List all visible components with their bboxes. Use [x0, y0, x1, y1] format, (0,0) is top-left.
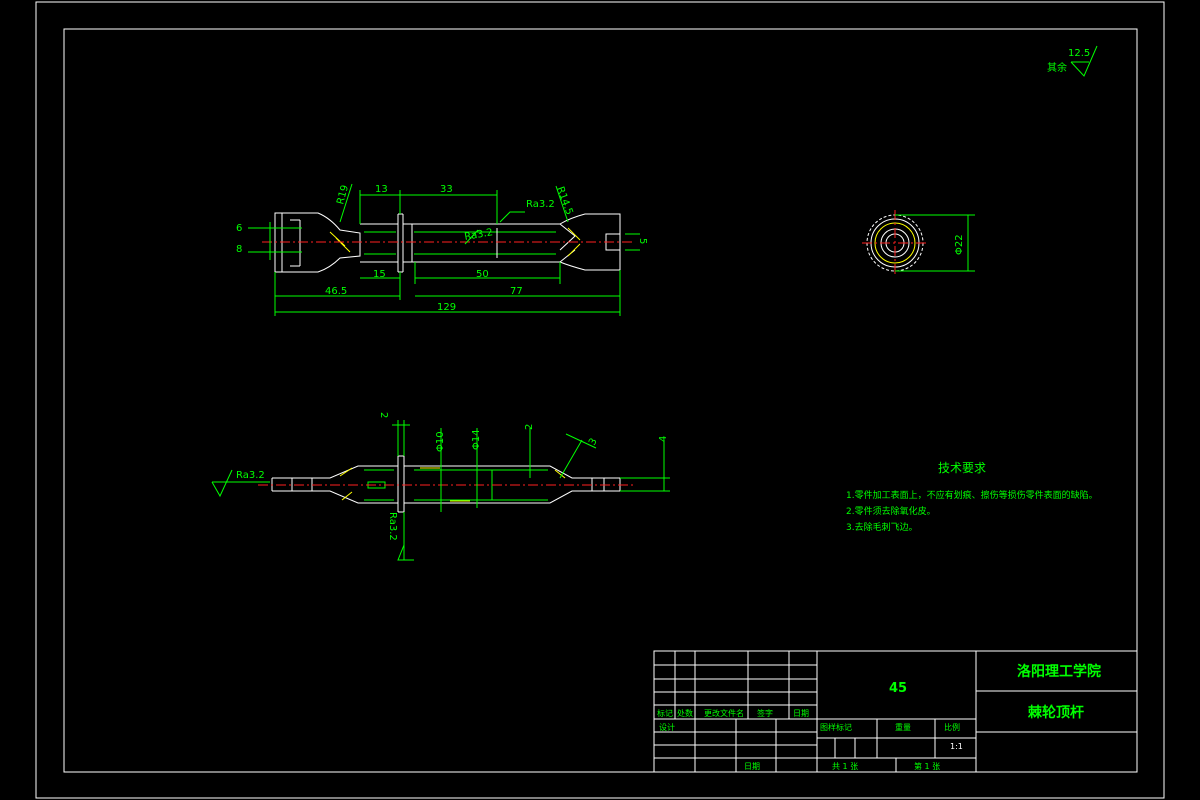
dim-77: 77 — [510, 286, 523, 297]
dim-15: 15 — [373, 269, 386, 280]
hdr-date: 日期 — [793, 709, 809, 718]
top-view: R19 13 33 Ra3.2 R14.5 6 8 Ra3.2 5 15 50 … — [236, 183, 648, 316]
date-label: 日期 — [744, 762, 760, 771]
dim-8: 8 — [236, 244, 242, 255]
dim-phi10: Φ10 — [435, 431, 446, 452]
sheets-total: 共 1 张 — [832, 762, 858, 771]
hdr-stage: 图样标记 — [820, 722, 852, 732]
dim-dia22: Φ22 — [954, 234, 965, 255]
hdr-count: 处数 — [677, 708, 693, 718]
hdr-doc: 更改文件名 — [704, 708, 744, 718]
dim-33: 33 — [440, 184, 453, 195]
dim-2-top: 2 — [378, 412, 389, 418]
title-block: 45 洛阳理工学院 棘轮顶杆 标记 处数 更改文件名 签字 日期 设计 图样标记… — [653, 650, 1138, 773]
tech-item-1: 1.零件加工表面上，不应有划痕、擦伤等损伤零件表面的缺陷。 — [846, 489, 1098, 501]
hdr-sign: 签字 — [757, 708, 773, 718]
roughness-label: 其余 — [1047, 61, 1067, 74]
hdr-design: 设计 — [659, 722, 675, 732]
dim-ra-top: Ra3.2 — [526, 199, 555, 210]
dim-r19: R19 — [335, 184, 351, 206]
ra-bottom: Ra3.2 — [387, 512, 398, 541]
dim-129: 129 — [437, 302, 456, 313]
dim-50: 50 — [476, 269, 489, 280]
dim-46-5: 46.5 — [325, 286, 347, 297]
tech-requirements: 技术要求 1.零件加工表面上，不应有划痕、擦伤等损伤零件表面的缺陷。 2.零件须… — [846, 461, 1098, 533]
hdr-weight: 重量 — [895, 722, 911, 732]
dim-3: 3 — [587, 436, 600, 447]
dim-phi14: Φ14 — [471, 429, 482, 450]
hdr-scale: 比例 — [944, 722, 960, 732]
dim-ra-mid: Ra3.2 — [464, 227, 494, 243]
tech-title: 技术要求 — [938, 461, 986, 475]
surface-roughness-symbol: 其余 12.5 — [1047, 45, 1098, 77]
ra-left: Ra3.2 — [236, 470, 265, 481]
side-view: Φ22 — [862, 210, 975, 276]
roughness-value: 12.5 — [1068, 48, 1090, 59]
scale-value: 1:1 — [950, 742, 963, 751]
material: 45 — [889, 681, 907, 696]
dim-2-mid: 2 — [524, 424, 535, 430]
outer-border — [35, 1, 1165, 799]
hdr-mark: 标记 — [657, 708, 673, 718]
tech-item-3: 3.去除毛刺飞边。 — [846, 521, 918, 533]
dim-4: 4 — [658, 436, 669, 442]
drawing-sheet: 其余 12.5 R19 13 33 Ra3.2 R14.5 6 8 Ra3.2 … — [35, 1, 1165, 799]
sheet-number: 第 1 张 — [914, 761, 940, 771]
dim-r145: R14.5 — [554, 185, 574, 216]
tech-item-2: 2.零件须去除氧化皮。 — [846, 505, 936, 517]
part-name: 棘轮顶杆 — [1028, 704, 1084, 721]
dim-6: 6 — [236, 223, 242, 234]
dim-13: 13 — [375, 184, 388, 195]
bottom-view: Ra3.2 2 Φ10 Φ14 2 3 4 Ra3.2 — [211, 412, 670, 561]
school-name: 洛阳理工学院 — [1017, 663, 1101, 680]
dim-5: 5 — [637, 238, 648, 244]
